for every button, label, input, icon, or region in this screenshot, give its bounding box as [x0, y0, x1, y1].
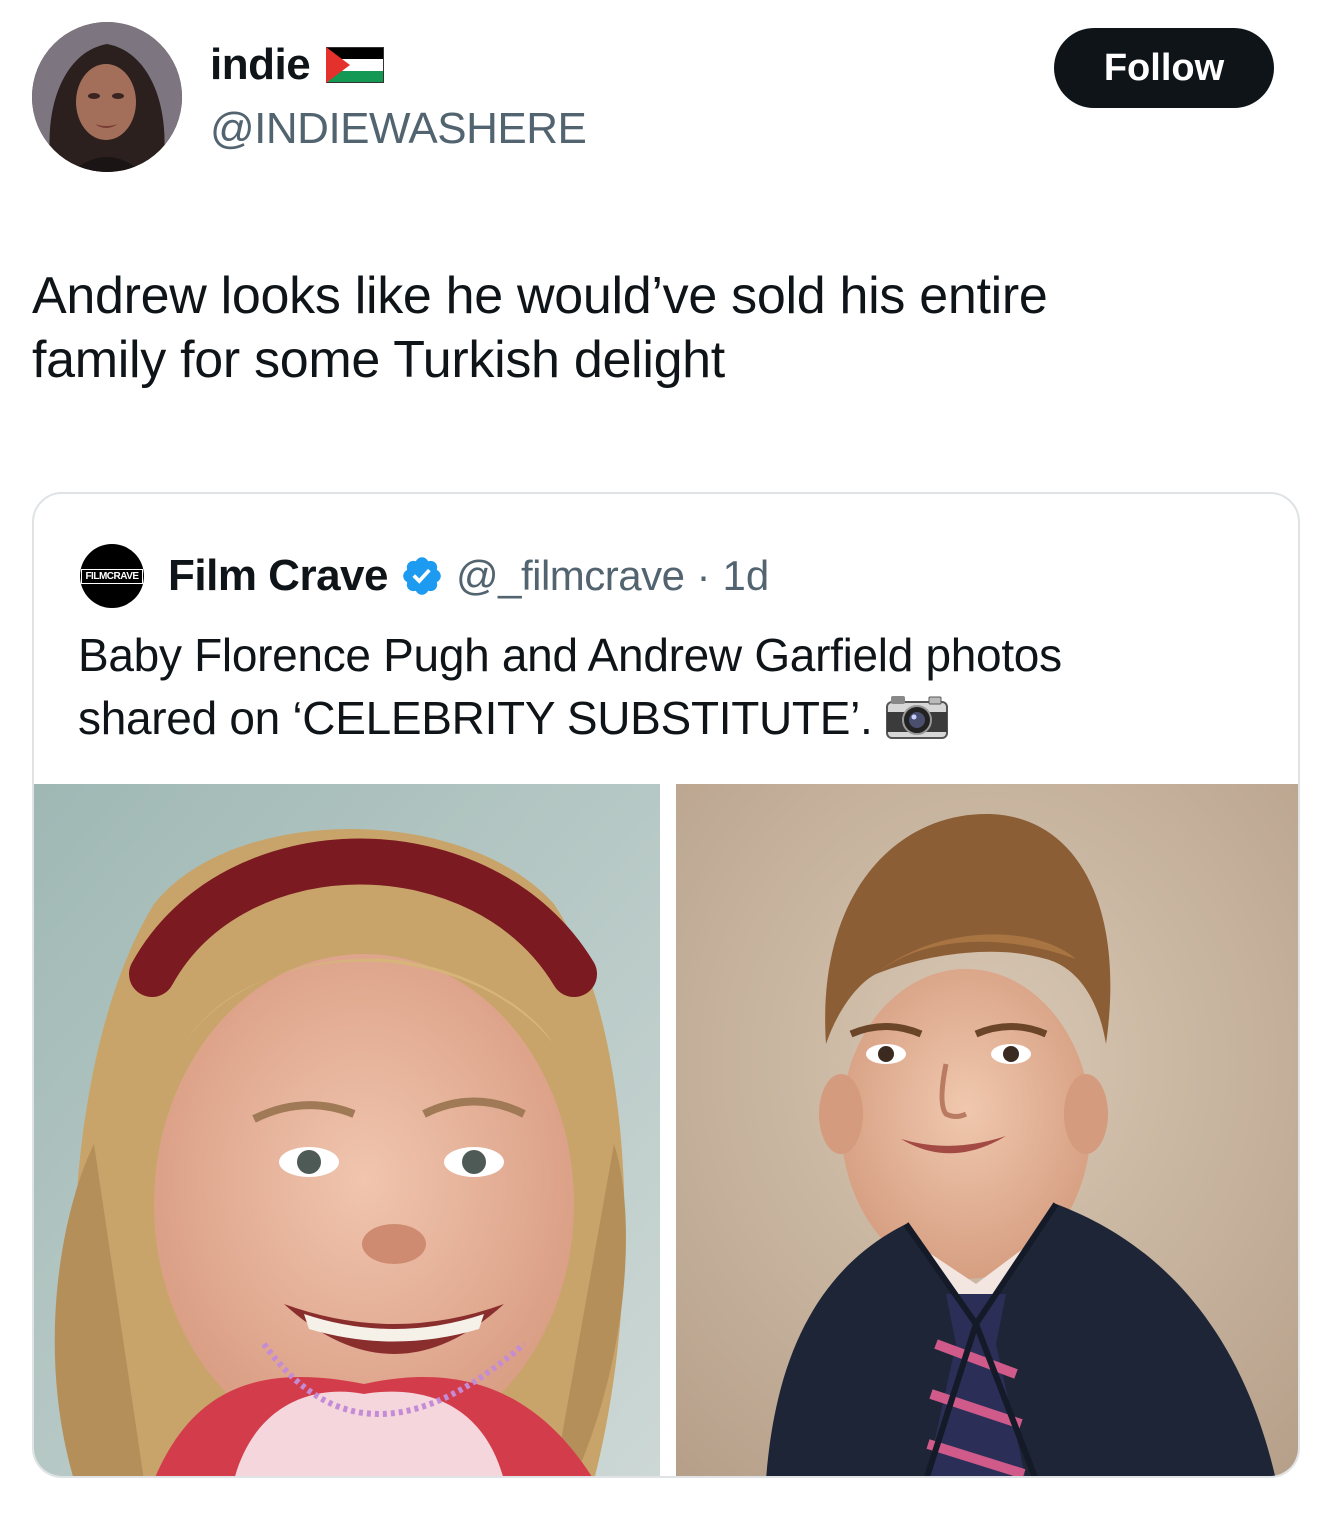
photo-andrew[interactable]: [676, 784, 1298, 1476]
quoted-text-line-content: shared on ‘CELEBRITY SUBSTITUTE’.: [78, 692, 873, 744]
tweet-text-line: Andrew looks like he would’ve sold his e…: [32, 267, 1048, 325]
quoted-text-line: shared on ‘CELEBRITY SUBSTITUTE’.: [78, 687, 1258, 750]
author-display-name[interactable]: indie: [210, 40, 311, 90]
filmcrave-avatar[interactable]: FILMCRAVE: [80, 544, 144, 608]
author-name-row: indie: [210, 40, 385, 90]
separator-dot: ·: [696, 552, 711, 599]
tweet-text: Andrew looks like he would’ve sold his e…: [32, 264, 1292, 392]
filmcrave-logo-text: FILMCRAVE: [81, 568, 143, 584]
photo-florence[interactable]: [34, 784, 660, 1476]
tweet-text-line: family for some Turkish delight: [32, 331, 725, 389]
boy-photo-image: [676, 784, 1298, 1476]
quoted-text-line: Baby Florence Pugh and Andrew Garfield p…: [78, 629, 1062, 681]
quoted-author-handle[interactable]: @_filmcrave: [456, 552, 685, 600]
verified-badge-icon: [403, 557, 441, 595]
quoted-tweet-header: FILMCRAVE Film Crave @_filmcrave · 1d: [80, 544, 769, 608]
quoted-tweet-text: Baby Florence Pugh and Andrew Garfield p…: [78, 624, 1258, 750]
quoted-tweet-timestamp[interactable]: 1d: [723, 552, 770, 600]
quoted-author-name[interactable]: Film Crave: [168, 551, 388, 601]
girl-photo-image: [34, 784, 660, 1476]
avatar-portrait-image: [32, 22, 182, 172]
camera-with-flash-icon: [886, 696, 949, 739]
palestine-flag-icon: [326, 47, 385, 83]
quoted-tweet-card[interactable]: FILMCRAVE Film Crave @_filmcrave · 1d Ba…: [32, 492, 1300, 1478]
follow-button[interactable]: Follow: [1054, 28, 1274, 108]
author-handle[interactable]: @INDIEWASHERE: [210, 104, 587, 154]
photo-grid: [34, 784, 1298, 1476]
author-avatar[interactable]: [32, 22, 182, 172]
